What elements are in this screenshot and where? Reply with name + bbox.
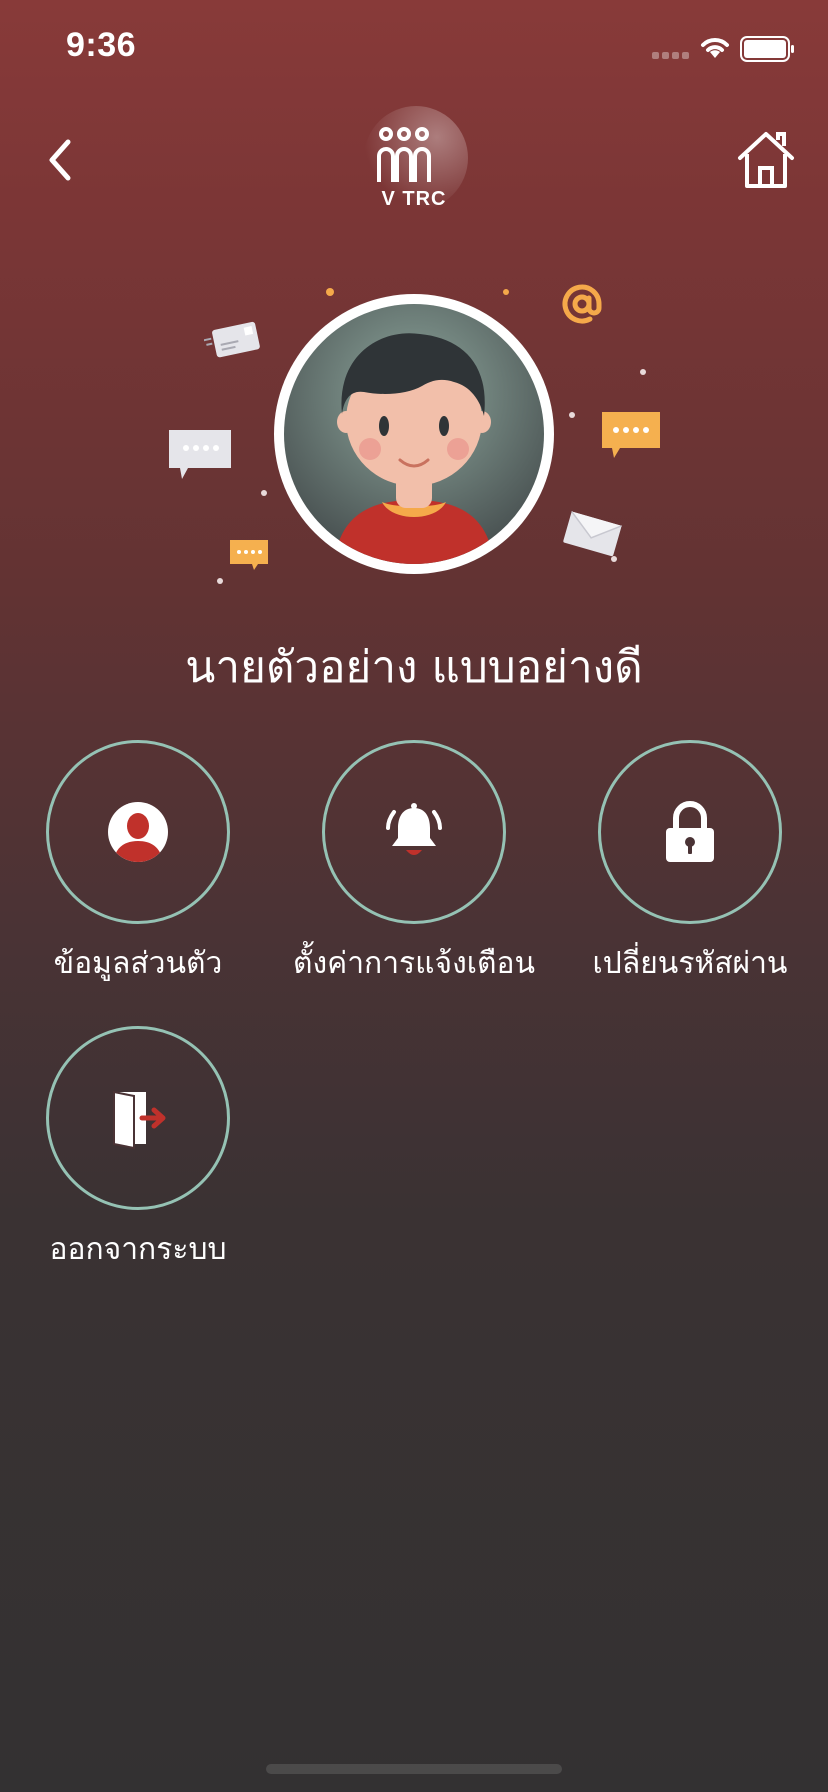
- menu-label: เปลี่ยนรหัสผ่าน: [592, 946, 788, 981]
- menu-label: ตั้งค่าการแจ้งเตือน: [293, 946, 535, 981]
- chat-bubble-icon: [602, 412, 660, 458]
- mail-icon: [563, 511, 622, 557]
- lock-icon: [666, 801, 714, 862]
- menu-circle[interactable]: [46, 1026, 230, 1210]
- logout-icon: [113, 1090, 166, 1150]
- menu-circle[interactable]: [322, 740, 506, 924]
- menu-circle[interactable]: [46, 740, 230, 924]
- bell-icon: [386, 803, 442, 855]
- menu-personal-info[interactable]: ข้อมูลส่วนตัว: [0, 740, 276, 987]
- user-name: นายตัวอย่าง แบบอย่างดี: [185, 642, 643, 693]
- menu-logout[interactable]: ออกจากระบบ: [0, 1026, 276, 1273]
- menu-label: ข้อมูลส่วนตัว: [53, 946, 223, 981]
- chat-bubble-icon: [230, 540, 268, 570]
- envelope-icon: [204, 321, 260, 358]
- menu-circle[interactable]: [598, 740, 782, 924]
- home-indicator[interactable]: [266, 1764, 562, 1774]
- menu-notification-settings[interactable]: ตั้งค่าการแจ้งเตือน: [264, 740, 564, 987]
- at-sign-icon: [562, 284, 602, 324]
- avatar[interactable]: [284, 304, 544, 564]
- menu-change-password[interactable]: เปลี่ยนรหัสผ่าน: [552, 740, 828, 987]
- chat-bubble-icon: [169, 430, 231, 479]
- menu-label: ออกจากระบบ: [49, 1232, 227, 1267]
- profile-screen: 9:36 V TRC นายตัวอย่าง แบบอย่างดี ข้อมูล…: [0, 0, 828, 1792]
- user-icon: [108, 802, 168, 862]
